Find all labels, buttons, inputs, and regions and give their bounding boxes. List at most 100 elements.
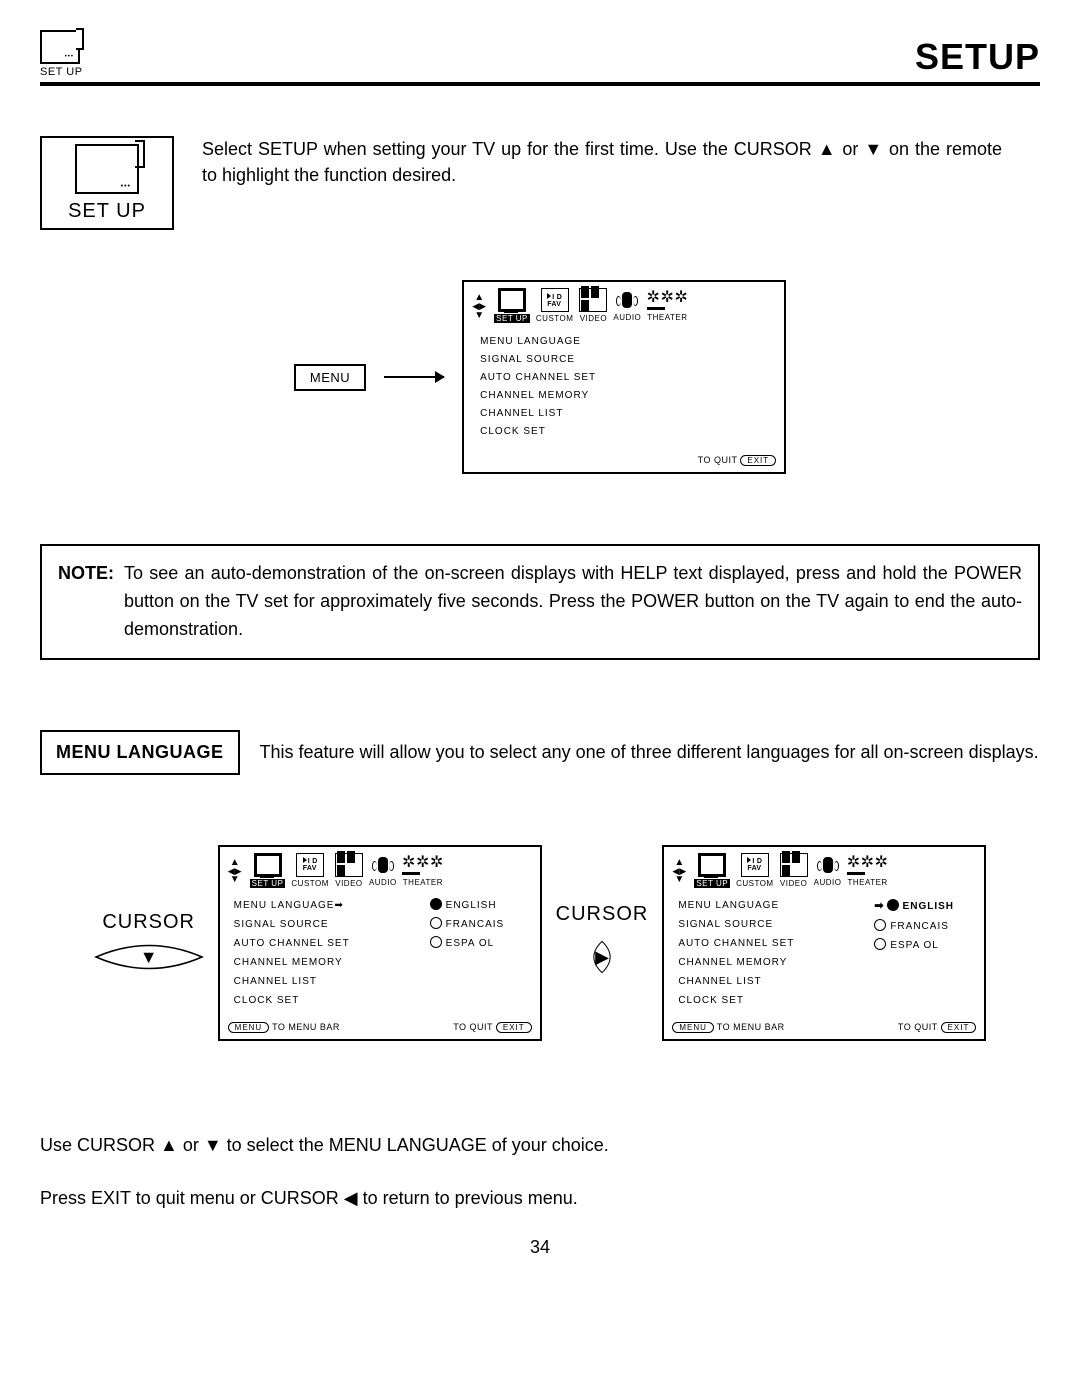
tab-setup: SET UP xyxy=(494,288,530,325)
language-option-selected: ➡ENGLISH xyxy=(874,896,974,917)
cursor-label: CURSOR xyxy=(556,903,649,926)
menu-item-active: MENU LANGUAGE➡ xyxy=(234,896,400,915)
menu-button-label: MENU xyxy=(294,364,366,391)
cursor-arrows-icon: ▲◀▶▼ xyxy=(470,294,488,318)
setup-icon-caption: SET UP xyxy=(68,200,146,223)
osd-menu-list: MENU LANGUAGE➡ SIGNAL SOURCE AUTO CHANNE… xyxy=(234,896,400,1010)
tab-custom: I DFAV CUSTOM xyxy=(536,288,574,325)
menu-item: SIGNAL SOURCE xyxy=(234,915,400,934)
radio-unselected-icon xyxy=(874,919,886,931)
page-number: 34 xyxy=(40,1237,1040,1258)
note-text: To see an auto-demonstration of the on-s… xyxy=(124,560,1022,644)
menu-item: CLOCK SET xyxy=(234,991,400,1010)
menu-item-active: MENU LANGUAGE xyxy=(678,896,844,915)
menu-item: MENU LANGUAGE xyxy=(480,333,772,351)
tab-video: VIDEO xyxy=(579,288,607,325)
setup-icon-box: ••• SET UP xyxy=(40,136,174,230)
speaker-icon xyxy=(823,857,833,873)
tv-icon xyxy=(499,289,525,311)
exit-chip: EXIT xyxy=(496,1022,532,1033)
fav-icon: I DFAV xyxy=(547,293,562,308)
tab-theater: ✲✲✲THEATER xyxy=(403,854,443,889)
osd-menubar: ▲◀▶▼ SET UP I DFAVCUSTOM VIDEO AUDIO ✲✲✲… xyxy=(664,847,984,890)
video-icon xyxy=(336,851,362,879)
intro-text: Select SETUP when setting your TV up for… xyxy=(202,136,1002,188)
tab-theater: ✲✲✲THEATER xyxy=(847,854,887,889)
cursor-label: CURSOR xyxy=(102,911,195,934)
header-icon-block: ••• SET UP xyxy=(40,30,83,78)
radio-selected-icon xyxy=(887,899,899,911)
language-option: ESPA OL xyxy=(874,936,974,955)
fav-icon: I DFAV xyxy=(747,857,762,872)
exit-chip: EXIT xyxy=(740,455,776,466)
tab-audio-label: AUDIO xyxy=(613,313,641,322)
speaker-icon xyxy=(622,292,632,308)
radio-unselected-icon xyxy=(430,917,442,929)
header-icon-caption: SET UP xyxy=(40,66,83,78)
osd-menubar: ▲◀▶▼ SET UP I DFAVCUSTOM VIDEO AUDIO ✲✲✲… xyxy=(220,847,540,890)
to-menu-bar-label: TO MENU BAR xyxy=(272,1022,340,1032)
fav-icon: I DFAV xyxy=(303,857,318,872)
radio-selected-icon xyxy=(430,898,442,910)
menu-item: AUTO CHANNEL SET xyxy=(234,934,400,953)
language-options: ➡ENGLISH FRANCAIS ESPA OL xyxy=(874,896,974,1010)
osd-menu-list: MENU LANGUAGE SIGNAL SOURCE AUTO CHANNEL… xyxy=(678,896,844,1010)
tab-video-label: VIDEO xyxy=(580,314,607,323)
osd-footer: TO QUIT EXIT xyxy=(464,451,784,472)
menu-chip: MENU xyxy=(672,1022,714,1033)
language-option: FRANCAIS xyxy=(874,917,974,936)
triangle-down-icon: ▼ xyxy=(140,947,158,968)
menu-item: CHANNEL LIST xyxy=(234,972,400,991)
language-options: ENGLISH FRANCAIS ESPA OL xyxy=(430,896,530,1010)
tab-audio: AUDIO xyxy=(814,854,842,889)
speaker-icon xyxy=(378,857,388,873)
language-option: FRANCAIS xyxy=(430,915,530,934)
triangle-right-icon: ▶ xyxy=(595,947,609,968)
cursor-pad-icon: ▶ xyxy=(572,932,632,982)
page-title: SETUP xyxy=(915,36,1040,78)
osd-menu-list: MENU LANGUAGE SIGNAL SOURCE AUTO CHANNEL… xyxy=(464,325,784,451)
tab-video: VIDEO xyxy=(335,853,363,890)
arrow-right-icon xyxy=(384,376,444,378)
tab-setup-label: SET UP xyxy=(494,314,530,323)
menu-item: CHANNEL MEMORY xyxy=(234,953,400,972)
video-icon xyxy=(580,286,606,314)
tab-setup: SET UP xyxy=(250,853,286,890)
menu-item: CHANNEL MEMORY xyxy=(480,387,772,405)
note-box: NOTE: To see an auto-demonstration of th… xyxy=(40,544,1040,660)
cursor-down-indicator: CURSOR ▼ xyxy=(94,911,204,974)
menu-item: CLOCK SET xyxy=(678,991,844,1010)
menu-item: SIGNAL SOURCE xyxy=(480,351,772,369)
exit-chip: EXIT xyxy=(941,1022,977,1033)
to-menu-bar-label: TO MENU BAR xyxy=(717,1022,785,1032)
osd-footer: MENU TO MENU BAR TO QUIT EXIT xyxy=(220,1018,540,1039)
instruction-text: Press EXIT to quit menu or CURSOR ◀ to r… xyxy=(40,1184,1040,1213)
cursor-arrows-icon: ▲◀▶▼ xyxy=(226,859,244,883)
cursor-right-indicator: CURSOR ▶ xyxy=(556,903,649,982)
to-quit-label: TO QUIT xyxy=(698,455,738,465)
menu-item: AUTO CHANNEL SET xyxy=(480,369,772,387)
menu-item: CHANNEL LIST xyxy=(678,972,844,991)
theater-icon: ✲✲✲ xyxy=(647,290,689,310)
tab-custom: I DFAVCUSTOM xyxy=(736,853,774,890)
osd-menu-language-selected: ▲◀▶▼ SET UP I DFAVCUSTOM VIDEO AUDIO ✲✲✲… xyxy=(662,845,986,1041)
osd-menubar: ▲◀▶▼ SET UP I DFAV CUSTOM VIDEO AUDIO xyxy=(464,282,784,325)
header-rule xyxy=(40,82,1040,86)
tv-icon xyxy=(699,854,725,876)
to-quit-label: TO QUIT xyxy=(453,1022,493,1032)
menu-item: CHANNEL MEMORY xyxy=(678,953,844,972)
radio-unselected-icon xyxy=(874,938,886,950)
language-option: ENGLISH xyxy=(430,896,530,915)
tab-theater: ✲✲✲ THEATER xyxy=(647,289,687,324)
menu-chip: MENU xyxy=(228,1022,270,1033)
menu-language-heading: MENU LANGUAGE xyxy=(40,730,240,775)
tab-video: VIDEO xyxy=(780,853,808,890)
tab-audio: AUDIO xyxy=(369,854,397,889)
menu-item: CHANNEL LIST xyxy=(480,405,772,423)
theater-icon: ✲✲✲ xyxy=(402,855,444,875)
radio-unselected-icon xyxy=(430,936,442,948)
arrow-right-icon: ➡ xyxy=(334,900,343,911)
osd-footer: MENU TO MENU BAR TO QUIT EXIT xyxy=(664,1018,984,1039)
tab-audio: AUDIO xyxy=(613,289,641,324)
tab-theater-label: THEATER xyxy=(647,313,687,322)
